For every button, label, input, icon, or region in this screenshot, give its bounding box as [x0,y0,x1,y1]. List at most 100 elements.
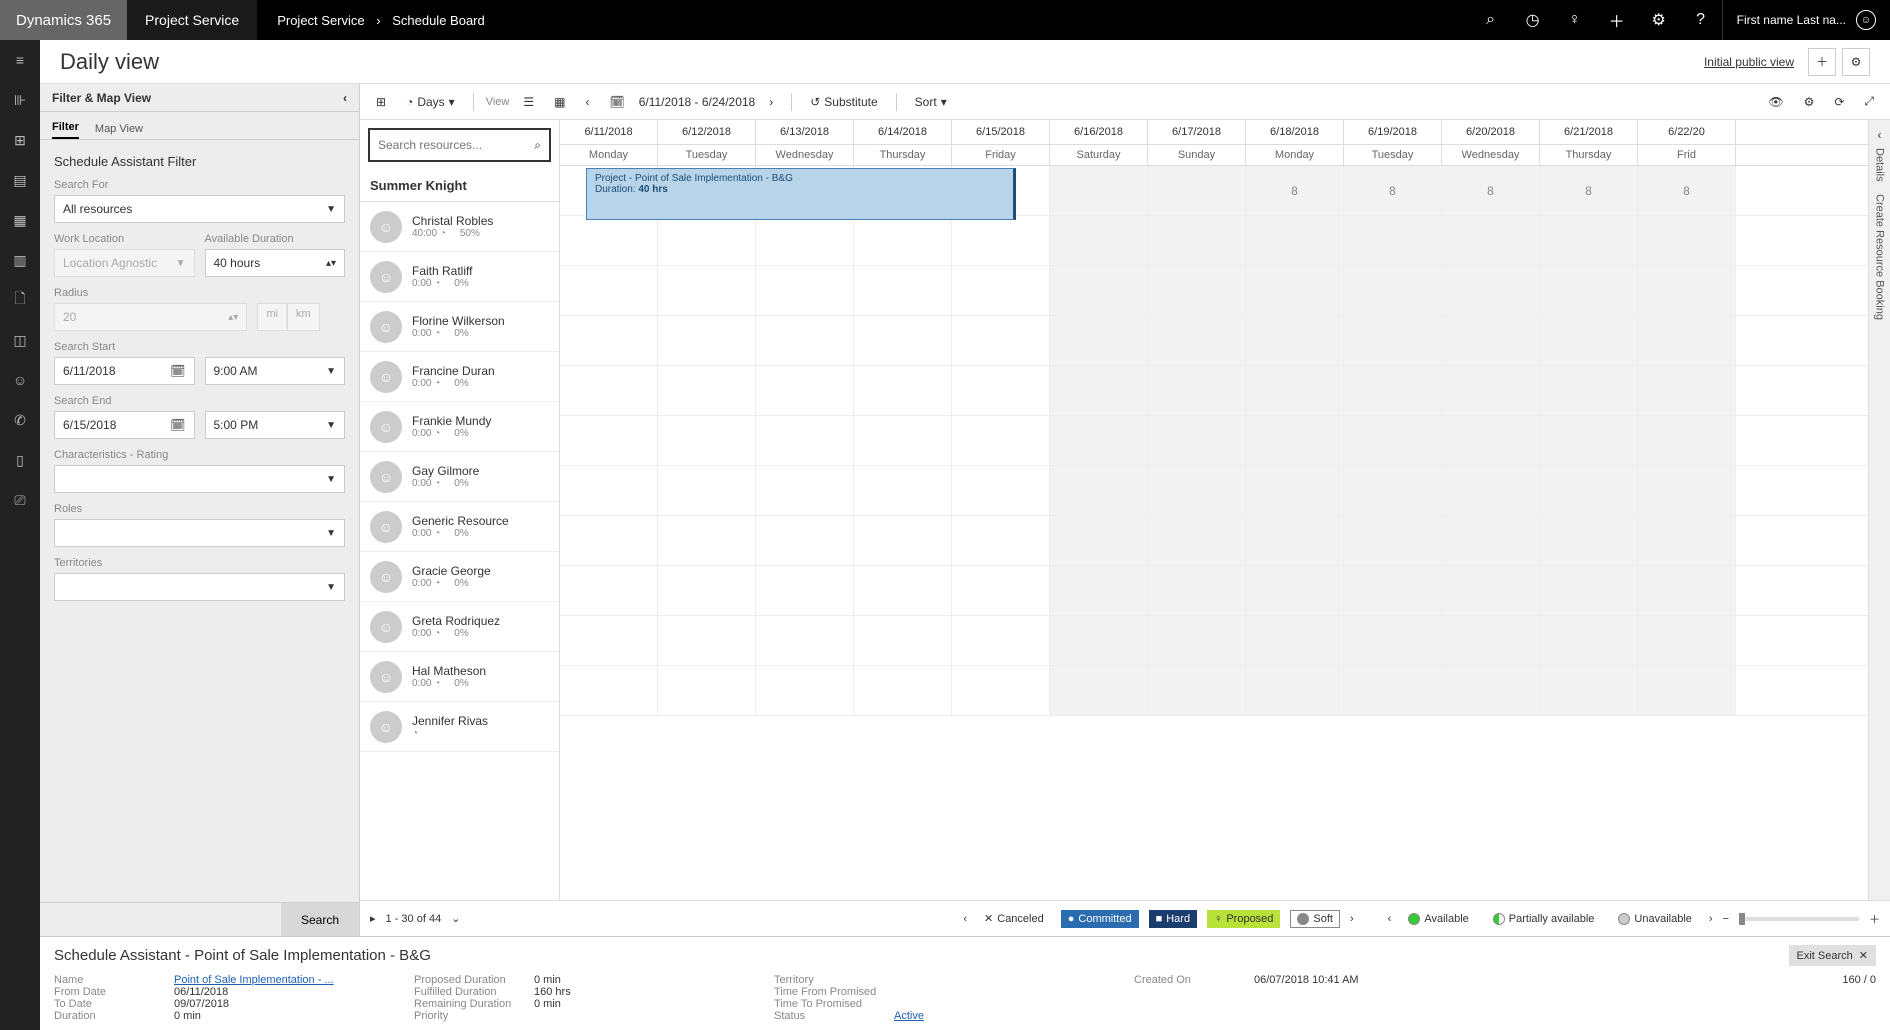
legend-prev-icon[interactable]: ‹ [963,913,967,925]
calendar-cell[interactable]: 8 [1540,166,1638,215]
calendar-cell[interactable] [1344,266,1442,315]
resource-row[interactable]: ☺Generic Resource0:00 ◔0% [360,502,559,552]
calendar-cell[interactable] [1344,516,1442,565]
calendar-cell[interactable] [560,466,658,515]
resource-row[interactable]: ☺Gay Gilmore0:00 ◔0% [360,452,559,502]
nav-menu-icon[interactable]: ≡ [0,40,40,80]
resource-row[interactable]: ☺Frankie Mundy0:00 ◔0% [360,402,559,452]
brand[interactable]: Dynamics 365 [0,0,127,40]
resource-row[interactable]: ☺Francine Duran0:00 ◔0% [360,352,559,402]
avail-prev-icon[interactable]: ‹ [1388,913,1392,925]
calendar-cell[interactable] [560,516,658,565]
calendar-cell[interactable]: 8 [1344,166,1442,215]
calendar-cell[interactable] [952,566,1050,615]
calendar-cell[interactable]: 8 [1442,166,1540,215]
fullscreen-icon[interactable]: ⤢ [1858,90,1880,114]
crumb-2[interactable]: Schedule Board [392,13,485,28]
calendar-cell[interactable] [756,316,854,365]
legend-committed[interactable]: ● Committed [1061,910,1139,928]
calendar-cell[interactable] [952,416,1050,465]
calendar-cell[interactable] [1442,566,1540,615]
nav-item-1[interactable]: ⊪ [0,80,40,120]
calendar-cell[interactable] [1540,266,1638,315]
calendar-cell[interactable] [1050,566,1148,615]
search-end-time[interactable]: 5:00 PM▼ [205,411,346,439]
resource-row[interactable]: ☺Florine Wilkerson0:00 ◔0% [360,302,559,352]
calendar-cell[interactable] [1442,266,1540,315]
calendar-cell[interactable] [1540,666,1638,715]
calendar-cell[interactable] [1246,466,1344,515]
calendar-cell[interactable] [1246,616,1344,665]
zoom-out-icon[interactable]: − [1723,913,1729,925]
calendar-cell[interactable] [1540,566,1638,615]
calendar-cell[interactable] [1246,266,1344,315]
calendar-cell[interactable] [1540,466,1638,515]
calendar-cell[interactable] [1246,216,1344,265]
calendar-cell[interactable] [1344,616,1442,665]
calendar-cell[interactable] [1638,466,1736,515]
calendar-cell[interactable] [854,266,952,315]
nav-item-8[interactable]: ☺ [0,360,40,400]
user-menu[interactable]: First name Last na... ☺ [1722,0,1890,40]
nav-item-5[interactable]: ▥ [0,240,40,280]
calendar-cell[interactable] [1050,416,1148,465]
calendar-cell[interactable] [1344,566,1442,615]
calendar-cell[interactable] [1344,366,1442,415]
calendar-cell[interactable] [1050,216,1148,265]
calendar-cell[interactable] [1148,266,1246,315]
calendar-cell[interactable] [1148,416,1246,465]
nav-item-6[interactable]: 🗋 [0,280,40,320]
calendar-cell[interactable] [854,566,952,615]
calendar-cell[interactable] [1148,566,1246,615]
calendar-cell[interactable] [1148,366,1246,415]
calendar-cell[interactable] [1638,516,1736,565]
search-start-date[interactable]: 6/11/2018🗓 [54,357,195,385]
calendar-cell[interactable] [952,516,1050,565]
calendar-cell[interactable] [1246,416,1344,465]
calendar-cell[interactable] [756,516,854,565]
calendar-cell[interactable] [756,466,854,515]
legend-partial[interactable]: Partially available [1486,910,1602,928]
calendar-cell[interactable] [1442,366,1540,415]
calendar-cell[interactable] [1148,516,1246,565]
expand-icon[interactable]: ▸ [370,912,376,925]
calendar-cell[interactable] [952,366,1050,415]
calendar-cell[interactable] [658,216,756,265]
zoom-slider[interactable] [1739,917,1859,921]
calendar-cell[interactable] [1442,316,1540,365]
search-for-select[interactable]: All resources▼ [54,195,345,223]
calendar-cell[interactable] [854,316,952,365]
calendar-cell[interactable] [952,316,1050,365]
tab-filter[interactable]: Filter [52,121,79,139]
nav-item-3[interactable]: ▤ [0,160,40,200]
calendar-cell[interactable] [1246,316,1344,365]
calendar-cell[interactable] [756,566,854,615]
legend-proposed[interactable]: ♀ Proposed [1207,910,1280,928]
grid-view-icon[interactable]: ▦ [548,90,571,114]
calendar-cell[interactable] [658,566,756,615]
nav-item-11[interactable]: ⎚ [0,480,40,520]
calendar-cell[interactable] [952,466,1050,515]
resource-row[interactable]: ☺Faith Ratliff0:00 ◔0% [360,252,559,302]
calendar-cell[interactable] [1148,316,1246,365]
booking-block[interactable]: Project - Point of Sale Implementation -… [586,168,1016,220]
territories-select[interactable]: ▼ [54,573,345,601]
tab-map[interactable]: Map View [95,123,143,139]
resource-row[interactable]: ☺Jennifer Rivas ◔ [360,702,559,752]
add-view-button[interactable]: ＋ [1808,48,1836,76]
calendar-cell[interactable] [1540,216,1638,265]
calendar-cell[interactable] [1638,666,1736,715]
calendar-cell[interactable] [1344,666,1442,715]
task-icon[interactable]: ◷ [1512,0,1554,40]
calendar-cell[interactable] [1246,516,1344,565]
calendar-cell[interactable] [1638,566,1736,615]
days-dropdown[interactable]: ◔ Days ▾ [400,90,461,114]
calendar-cell[interactable] [1148,616,1246,665]
calendar-cell[interactable] [1442,516,1540,565]
search-icon[interactable]: ⌕ [534,138,541,153]
resource-row[interactable]: ☺Gracie George0:00 ◔0% [360,552,559,602]
calendar-cell[interactable] [658,466,756,515]
calendar-cell[interactable] [658,316,756,365]
calendar-cell[interactable] [1638,316,1736,365]
calendar-cell[interactable] [1148,166,1246,215]
